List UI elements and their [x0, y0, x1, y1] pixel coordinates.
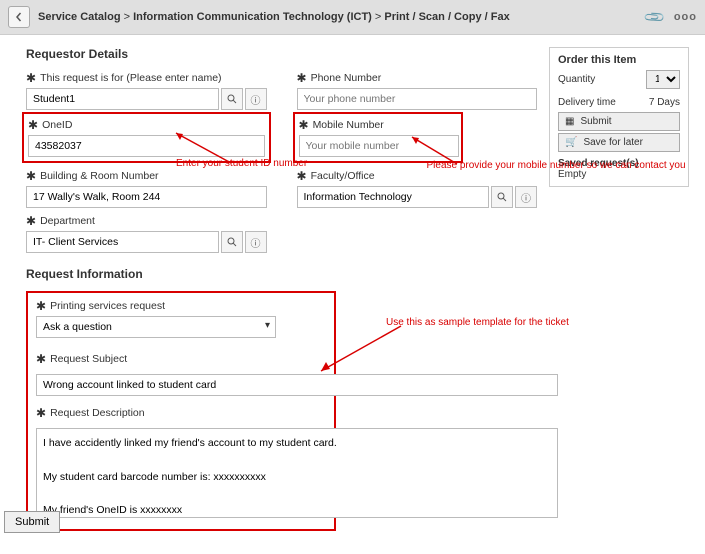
subject-label: Request Subject: [50, 353, 127, 365]
request-for-input[interactable]: [26, 88, 219, 110]
description-textarea[interactable]: [36, 428, 558, 518]
breadcrumb-root[interactable]: Service Catalog: [38, 11, 121, 23]
breadcrumb: Service Catalog > Information Communicat…: [38, 11, 510, 23]
required-icon: ✱: [299, 118, 309, 132]
required-icon: ✱: [26, 71, 36, 85]
requestor-details-heading: Requestor Details: [26, 47, 537, 61]
required-icon: ✱: [28, 118, 38, 132]
subject-input[interactable]: [36, 374, 558, 396]
oneid-input[interactable]: [28, 135, 265, 157]
mobile-label: Mobile Number: [313, 119, 384, 131]
request-for-label: This request is for (Please enter name): [40, 72, 222, 84]
quantity-label: Quantity: [558, 74, 595, 85]
footer-submit-button[interactable]: Submit: [4, 511, 60, 533]
building-label: Building & Room Number: [40, 170, 158, 182]
required-icon: ✱: [36, 352, 46, 366]
printing-label: Printing services request: [50, 300, 165, 312]
cart-icon: 🛒: [565, 137, 577, 148]
submit-icon: ▦: [565, 116, 574, 127]
oneid-highlight-box: ✱ OneID: [22, 112, 271, 163]
sidebar-submit-button[interactable]: ▦ Submit: [558, 112, 680, 131]
search-icon[interactable]: [491, 186, 513, 208]
mobile-input[interactable]: [299, 135, 459, 157]
more-icon[interactable]: ooo: [674, 11, 697, 23]
required-icon: ✱: [297, 169, 307, 183]
building-input[interactable]: [26, 186, 267, 208]
oneid-annotation: Enter your student ID number: [176, 158, 307, 169]
info-icon[interactable]: ⓘ: [245, 231, 267, 253]
save-for-later-button[interactable]: 🛒 Save for later: [558, 133, 680, 152]
oneid-label: OneID: [42, 119, 72, 131]
request-information-heading: Request Information: [26, 267, 537, 281]
back-button[interactable]: [8, 6, 30, 28]
mobile-highlight-box: ✱ Mobile Number: [293, 112, 463, 163]
attachment-icon[interactable]: 📎: [643, 5, 667, 29]
faculty-input[interactable]: [297, 186, 490, 208]
required-icon: ✱: [26, 169, 36, 183]
quantity-select[interactable]: 1: [646, 70, 680, 89]
delivery-label: Delivery time: [558, 97, 616, 108]
description-label: Request Description: [50, 407, 145, 419]
delivery-value: 7 Days: [649, 97, 680, 108]
order-title: Order this Item: [558, 54, 680, 66]
breadcrumb-leaf: Print / Scan / Copy / Fax: [384, 11, 509, 23]
search-icon[interactable]: [221, 88, 243, 110]
required-icon: ✱: [36, 299, 46, 313]
phone-input[interactable]: [297, 88, 538, 110]
request-info-highlight-box: ✱ Printing services request Ask a questio…: [26, 291, 336, 531]
printing-select[interactable]: Ask a question: [36, 316, 276, 338]
department-label: Department: [40, 215, 95, 227]
faculty-label: Faculty/Office: [311, 170, 375, 182]
required-icon: ✱: [26, 214, 36, 228]
phone-label: Phone Number: [311, 72, 382, 84]
info-icon[interactable]: ⓘ: [515, 186, 537, 208]
template-annotation: Use this as sample template for the tick…: [386, 317, 569, 328]
breadcrumb-mid[interactable]: Information Communication Technology (IC…: [133, 11, 372, 23]
info-icon[interactable]: ⓘ: [245, 88, 267, 110]
chevron-left-icon: [14, 12, 24, 22]
topbar: Service Catalog > Information Communicat…: [0, 0, 705, 35]
required-icon: ✱: [36, 406, 46, 420]
search-icon[interactable]: [221, 231, 243, 253]
required-icon: ✱: [297, 71, 307, 85]
department-input[interactable]: [26, 231, 219, 253]
